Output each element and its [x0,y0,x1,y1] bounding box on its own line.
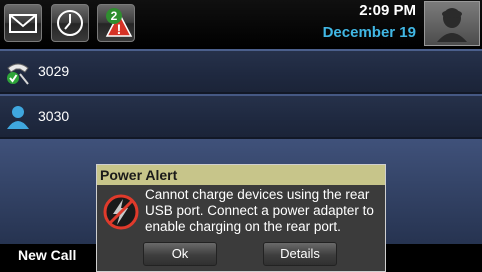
phone-screen: ! 2 2:09 PM December 19 3029 3030 New Ca… [0,0,482,272]
details-button[interactable]: Details [263,242,337,266]
shared-line-registered-icon [7,63,29,85]
status-bar: ! 2 2:09 PM December 19 [0,0,482,49]
new-call-softkey[interactable]: New Call [18,247,76,263]
envelope-icon [9,14,37,33]
recent-calls-button[interactable] [51,4,89,42]
alert-count-badge: 2 [106,8,122,24]
ok-button[interactable]: Ok [143,242,217,266]
power-alert-dialog: Power Alert Cannot charge devices using … [96,164,386,272]
line-number: 3029 [38,63,70,79]
avatar-icon [437,8,467,42]
line-number: 3030 [38,108,70,124]
svg-text:!: ! [117,21,122,37]
clock-time: 2:09 PM [359,2,416,19]
user-avatar-button[interactable] [424,1,480,46]
dialog-title: Power Alert [97,165,385,185]
clock-icon [57,10,83,36]
no-charging-icon [103,194,139,230]
line-key-2[interactable]: 3030 [0,96,482,139]
dialog-message: Cannot charge devices using the rear USB… [145,187,374,234]
clock-date: December 19 [322,24,416,41]
user-line-icon [7,106,29,129]
line-key-1[interactable]: 3029 [0,51,482,94]
messages-button[interactable] [4,4,42,42]
